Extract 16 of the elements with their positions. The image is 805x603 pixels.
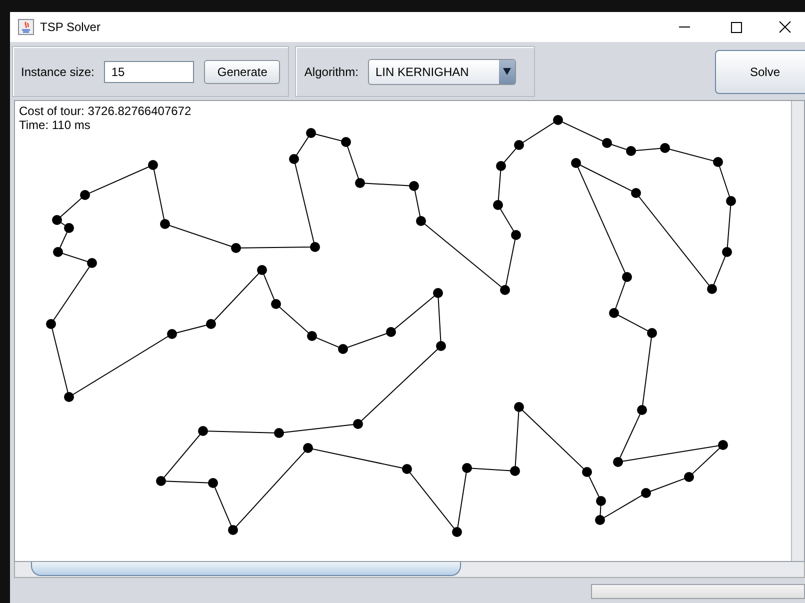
solve-button[interactable]: Solve	[715, 50, 805, 94]
solve-time: Time: 110 ms	[19, 118, 92, 132]
tour-cost: Cost of tour: 3726.82766407672	[19, 104, 192, 118]
minimize-icon[interactable]	[678, 26, 690, 28]
instance-size-field[interactable]: 15	[104, 60, 194, 82]
vertical-scrollbar[interactable]	[791, 101, 804, 561]
horizontal-scrollbar[interactable]	[14, 562, 805, 578]
dropdown-arrow-icon	[503, 68, 512, 75]
app-icon	[18, 19, 34, 35]
instance-size-label: Instance size:	[21, 64, 94, 78]
window-title: TSP Solver	[40, 20, 102, 34]
algorithm-label: Algorithm:	[304, 64, 358, 78]
close-icon[interactable]	[779, 21, 791, 33]
algorithm-dropdown[interactable]: LIN KERNIGHAN	[368, 58, 516, 84]
generate-button[interactable]: Generate	[204, 60, 280, 84]
maximize-icon[interactable]	[730, 22, 742, 32]
